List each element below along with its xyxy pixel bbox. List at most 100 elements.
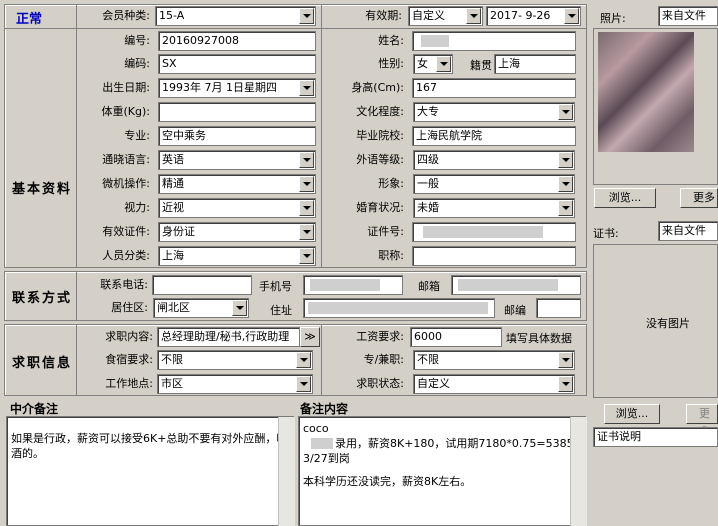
id-type-select[interactable]: 身份证 <box>158 222 316 242</box>
chevron-down-icon[interactable] <box>558 176 573 192</box>
validity-date-picker[interactable]: 2017- 9-26 <box>486 6 581 26</box>
location-select[interactable]: 市区 <box>157 374 313 394</box>
chevron-down-icon[interactable] <box>232 300 247 316</box>
birth-label: 出生日期: <box>102 81 150 94</box>
member-type-label: 会员种类: <box>102 9 150 22</box>
photo-source-field[interactable]: 来自文件 <box>658 6 718 26</box>
gender-value: 女 <box>417 57 428 70</box>
parttime-label: 专/兼职: <box>363 353 404 366</box>
parttime-select[interactable]: 不限 <box>413 350 575 370</box>
major-field[interactable]: 空中乘务 <box>158 126 316 146</box>
email-redacted <box>458 279 558 291</box>
seek-more-button[interactable]: ≫ <box>300 327 320 347</box>
member-type-select[interactable]: 15-A <box>155 6 316 26</box>
board-select[interactable]: 不限 <box>157 350 313 370</box>
chevron-down-icon[interactable] <box>299 248 314 264</box>
chevron-down-icon[interactable] <box>299 224 314 240</box>
board-value: 不限 <box>161 353 183 366</box>
validity-mode-select[interactable]: 自定义 <box>408 6 483 26</box>
name-field[interactable] <box>412 31 576 51</box>
vision-select[interactable]: 近视 <box>158 198 316 218</box>
category-value: 上海 <box>162 249 184 262</box>
marital-select[interactable]: 未婚 <box>413 198 575 218</box>
number-field[interactable]: 20160927008 <box>158 31 316 51</box>
title-field[interactable] <box>412 246 576 266</box>
lang-level-select[interactable]: 四级 <box>413 150 575 170</box>
id-no-field[interactable] <box>412 222 576 242</box>
photo-more-button[interactable]: 更多 <box>680 188 718 208</box>
cert-source-field[interactable]: 来自文件 <box>658 221 718 241</box>
weight-field[interactable] <box>158 102 316 122</box>
memo-content[interactable]: coco 录用，薪资8K+180，试用期7180*0.75=5385 3/27到… <box>298 416 586 526</box>
chevron-down-icon[interactable] <box>299 80 314 96</box>
education-select[interactable]: 大专 <box>413 102 575 122</box>
id-type-label: 有效证件: <box>102 225 150 238</box>
native-label: 籍贯 <box>470 59 492 72</box>
cert-description-field[interactable]: 证书说明 <box>593 427 718 447</box>
marital-label: 婚育状况: <box>356 201 404 214</box>
gender-select[interactable]: 女 <box>413 54 453 74</box>
birth-date-picker[interactable]: 1993年 7月 1日星期四 <box>158 78 316 98</box>
salary-field[interactable]: 6000 <box>410 327 502 347</box>
image-label: 形象: <box>378 177 404 190</box>
category-select[interactable]: 上海 <box>158 246 316 266</box>
lang-level-label: 外语等级: <box>356 153 404 166</box>
validity-label: 有效期: <box>365 9 402 22</box>
chevron-down-icon[interactable] <box>296 376 311 392</box>
memo-line-3: 3/27到岗 <box>303 452 350 465</box>
chevron-down-icon[interactable] <box>299 200 314 216</box>
computer-select[interactable]: 精通 <box>158 174 316 194</box>
school-label: 毕业院校: <box>356 129 404 142</box>
cert-browse-button[interactable]: 浏览... <box>604 404 660 424</box>
address-field[interactable] <box>303 298 495 318</box>
chevron-down-icon[interactable] <box>558 352 573 368</box>
chevron-down-icon[interactable] <box>558 104 573 120</box>
zip-field[interactable] <box>536 298 581 318</box>
district-select[interactable]: 闸北区 <box>153 298 249 318</box>
native-field[interactable]: 上海 <box>494 54 576 74</box>
code-field[interactable]: SX <box>158 54 316 74</box>
chevron-down-icon[interactable] <box>299 176 314 192</box>
title-label: 职称: <box>378 249 404 262</box>
address-redacted <box>308 302 488 314</box>
birth-value: 1993年 7月 1日星期四 <box>162 81 277 94</box>
gender-label: 性别: <box>378 57 404 70</box>
mobile-field[interactable] <box>303 275 403 295</box>
computer-value: 精通 <box>162 177 184 190</box>
number-label: 编号: <box>124 34 150 47</box>
chevron-down-icon[interactable] <box>299 8 314 24</box>
language-select[interactable]: 英语 <box>158 150 316 170</box>
chevron-down-icon[interactable] <box>558 376 573 392</box>
chevron-down-icon[interactable] <box>299 152 314 168</box>
chevron-down-icon[interactable] <box>466 8 481 24</box>
agency-notes-memo[interactable]: 如果是行政，薪资可以接受6K+总助不要有对外应酬，喝酒的。 <box>6 416 294 526</box>
photo-browse-button[interactable]: 浏览... <box>594 188 656 208</box>
cert-label: 证书: <box>593 227 619 240</box>
image-value: 一般 <box>417 177 439 190</box>
weight-label: 体重(Kg): <box>101 105 151 118</box>
agency-notes-title: 中介备注 <box>10 402 59 416</box>
chevron-down-icon[interactable] <box>436 56 451 72</box>
seek-status-label: 求职状态: <box>356 377 404 390</box>
seek-field[interactable]: 总经理助理/秘书,行政助理 <box>157 327 300 347</box>
agency-notes-scrollbar[interactable] <box>278 417 295 526</box>
chevron-down-icon[interactable] <box>296 352 311 368</box>
memo-line-1: coco <box>303 422 329 435</box>
divider <box>321 4 322 268</box>
cert-more-button[interactable]: 更多 <box>686 404 718 438</box>
seek-status-select[interactable]: 自定义 <box>413 374 575 394</box>
height-field[interactable]: 167 <box>412 78 576 98</box>
chevron-down-icon[interactable] <box>564 8 579 24</box>
name-label: 姓名: <box>378 34 404 47</box>
vision-label: 视力: <box>124 201 150 214</box>
phone-field[interactable] <box>152 275 252 295</box>
email-field[interactable] <box>451 275 581 295</box>
board-label: 食宿要求: <box>105 353 153 366</box>
chevron-down-icon[interactable] <box>558 152 573 168</box>
chevron-down-icon[interactable] <box>558 200 573 216</box>
school-field[interactable]: 上海民航学院 <box>412 126 576 146</box>
memo-scrollbar[interactable] <box>570 417 587 526</box>
image-select[interactable]: 一般 <box>413 174 575 194</box>
email-label: 邮箱 <box>418 280 440 293</box>
location-label: 工作地点: <box>105 377 153 390</box>
